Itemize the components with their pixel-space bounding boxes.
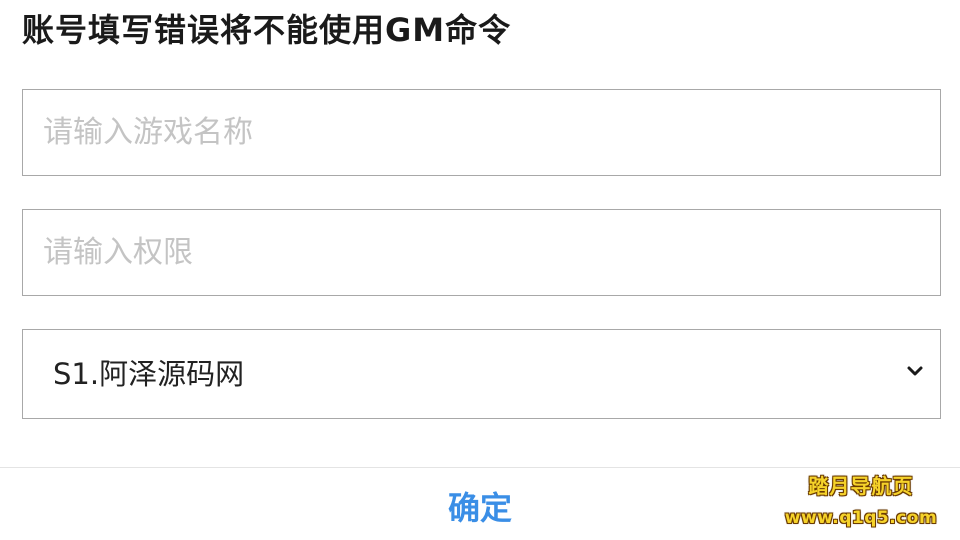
watermark-url: www.q1q5.com (784, 508, 938, 528)
gm-command-dialog: 账号填写错误将不能使用GM命令 S1.阿泽源码网 确定 踏月导航页 www.q1… (0, 0, 960, 540)
permission-input[interactable] (22, 209, 941, 296)
footer-divider (0, 467, 960, 468)
watermark-name: 踏月导航页 (808, 474, 914, 498)
site-watermark: 踏月导航页 www.q1q5.com (776, 474, 946, 530)
chevron-down-icon (907, 366, 923, 376)
server-select[interactable]: S1.阿泽源码网 (22, 329, 941, 419)
server-select-value: S1.阿泽源码网 (53, 357, 245, 391)
confirm-button[interactable]: 确定 (380, 478, 580, 538)
warning-title: 账号填写错误将不能使用GM命令 (22, 11, 512, 49)
game-name-input[interactable] (22, 89, 941, 176)
